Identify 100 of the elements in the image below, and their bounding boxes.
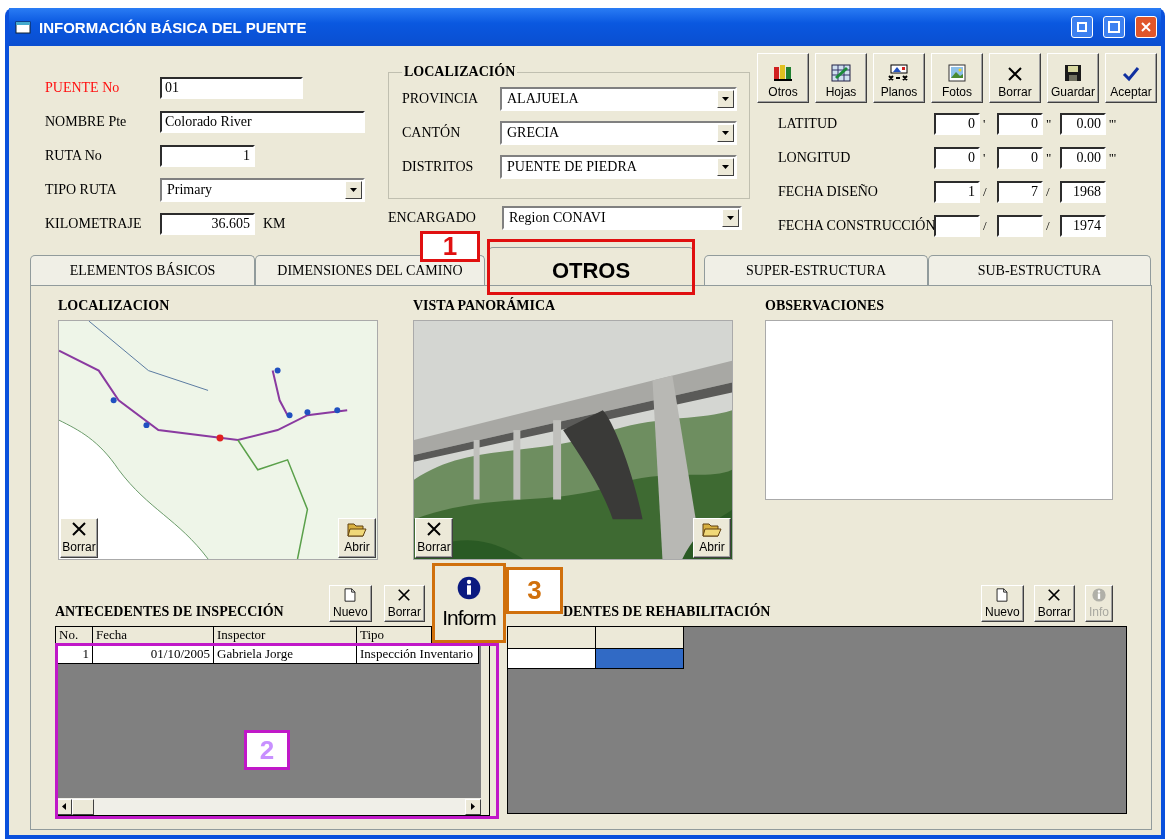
table-cell[interactable] (508, 649, 596, 669)
delete-button[interactable]: Borrar (60, 518, 98, 558)
section-title: VISTA PANORÁMICA (413, 298, 557, 315)
dropdown-button[interactable] (717, 158, 734, 176)
info-button[interactable]: Inform (432, 563, 506, 643)
notes-field[interactable] (765, 320, 1113, 500)
minimize-button[interactable] (1071, 16, 1093, 38)
window-icon (15, 20, 31, 34)
separator-label: ' (982, 116, 987, 132)
section-title: LOCALIZACION (58, 298, 171, 315)
image-icon (948, 64, 966, 82)
column-header[interactable] (508, 627, 596, 649)
new-button[interactable]: Nuevo (981, 585, 1024, 622)
delete-button[interactable]: Borrar (989, 53, 1041, 103)
photo-button[interactable]: Fotos (931, 53, 983, 103)
open-button[interactable]: Abrir (338, 518, 376, 558)
number-field[interactable]: 1 (160, 145, 255, 167)
delete-button[interactable]: Borrar (415, 518, 453, 558)
separator-label: " (1045, 150, 1053, 166)
maximize-button[interactable] (1103, 16, 1125, 38)
number-field[interactable]: 0 (997, 147, 1043, 169)
section-title: DENTES DE REHABILITACIÓN (562, 604, 772, 620)
close-button[interactable] (1135, 16, 1157, 38)
delete-icon (1046, 588, 1063, 602)
dropdown-button[interactable] (722, 209, 739, 227)
dropdown-button[interactable] (717, 124, 734, 142)
number-field[interactable]: 0 (934, 147, 980, 169)
new-button[interactable]: Nuevo (329, 585, 372, 622)
number-field[interactable]: 1968 (1060, 181, 1106, 203)
document-icon (343, 588, 358, 602)
group-title: LOCALIZACIÓN (403, 64, 517, 80)
number-field[interactable]: 1 (934, 181, 980, 203)
save-button[interactable]: Guardar (1047, 53, 1099, 103)
number-field[interactable] (934, 215, 980, 237)
open-button[interactable]: Abrir (693, 518, 731, 558)
tab[interactable]: SUPER-ESTRUCTURA (704, 255, 928, 285)
tab[interactable]: DIMENSIONES DEL CAMINO (255, 255, 485, 285)
section-title: ANTECEDENTES DE INSPECCIÓN (55, 604, 285, 620)
dropdown[interactable]: GRECIA (500, 121, 737, 145)
caret-icon (722, 97, 729, 101)
blueprint-icon (888, 64, 910, 82)
number-field[interactable]: 0 (997, 113, 1043, 135)
table-cell[interactable] (596, 649, 684, 669)
spreadsheet-icon (831, 64, 851, 82)
dropdown[interactable]: Region CONAVI (502, 206, 742, 230)
minimize-icon (1077, 22, 1087, 32)
field-label: KILOMETRAJE (45, 216, 143, 232)
callout-badge: 3 (506, 567, 563, 614)
number-field[interactable]: 0.00 (1060, 113, 1106, 135)
caret-icon (350, 188, 357, 192)
field-label: TIPO RUTA (45, 182, 118, 198)
tab[interactable]: SUB-ESTRUCTURA (928, 255, 1151, 285)
delete-button[interactable]: Borrar (1033, 585, 1076, 622)
number-field[interactable]: 1974 (1060, 215, 1106, 237)
table-cell: 01/10/2005 (93, 644, 214, 664)
dropdown-button[interactable] (717, 90, 734, 108)
field-label: PUENTE No (45, 80, 121, 96)
document-icon (995, 588, 1010, 602)
delete-icon (71, 521, 87, 537)
scroll-right-button[interactable] (465, 798, 481, 815)
dropdown[interactable]: Primary (160, 178, 365, 202)
number-field[interactable]: 0 (934, 113, 980, 135)
delete-icon (396, 588, 413, 602)
dropdown[interactable]: PUENTE DE PIEDRA (500, 155, 737, 179)
info-icon (457, 576, 481, 600)
maximize-icon (1108, 21, 1120, 33)
delete-button[interactable]: Borrar (383, 585, 426, 622)
delete-icon (1007, 66, 1023, 82)
close-icon (1141, 22, 1151, 32)
folder-icon (347, 521, 367, 537)
scrollbar-thumb[interactable] (72, 798, 94, 815)
scrollbar[interactable] (56, 798, 481, 815)
sheet-button[interactable]: Hojas (815, 53, 867, 103)
separator-label: ''' (1108, 150, 1118, 166)
callout-badge: 2 (244, 730, 290, 770)
dropdown-button[interactable] (345, 181, 362, 199)
tab[interactable]: ELEMENTOS BÁSICOS (30, 255, 255, 285)
separator-label: / (982, 218, 988, 234)
number-field[interactable]: 7 (997, 181, 1043, 203)
left-arrow-icon (62, 803, 66, 810)
field-label: DISTRITOS (402, 159, 475, 175)
text-field[interactable]: 01 (160, 77, 303, 99)
accept-button[interactable]: Aceptar (1105, 53, 1157, 103)
books-icon (773, 64, 793, 82)
checkmark-icon (1122, 66, 1140, 82)
text-field[interactable]: Colorado River (160, 111, 365, 133)
separator-label: / (1045, 218, 1051, 234)
right-arrow-icon (471, 803, 475, 810)
number-field[interactable] (997, 215, 1043, 237)
plan-button[interactable]: Planos (873, 53, 925, 103)
separator-label: / (1045, 184, 1051, 200)
dropdown[interactable]: ALAJUELA (500, 87, 737, 111)
books-button[interactable]: Otros (757, 53, 809, 103)
number-field[interactable]: 0.00 (1060, 147, 1106, 169)
number-field[interactable]: 36.605 (160, 213, 255, 235)
column-header[interactable] (596, 627, 684, 649)
section-title: OBSERVACIONES (765, 298, 886, 315)
field-label: NOMBRE Pte (45, 114, 128, 130)
table-cell: Inspección Inventario (357, 644, 479, 664)
separator-label: ''' (1108, 116, 1118, 132)
